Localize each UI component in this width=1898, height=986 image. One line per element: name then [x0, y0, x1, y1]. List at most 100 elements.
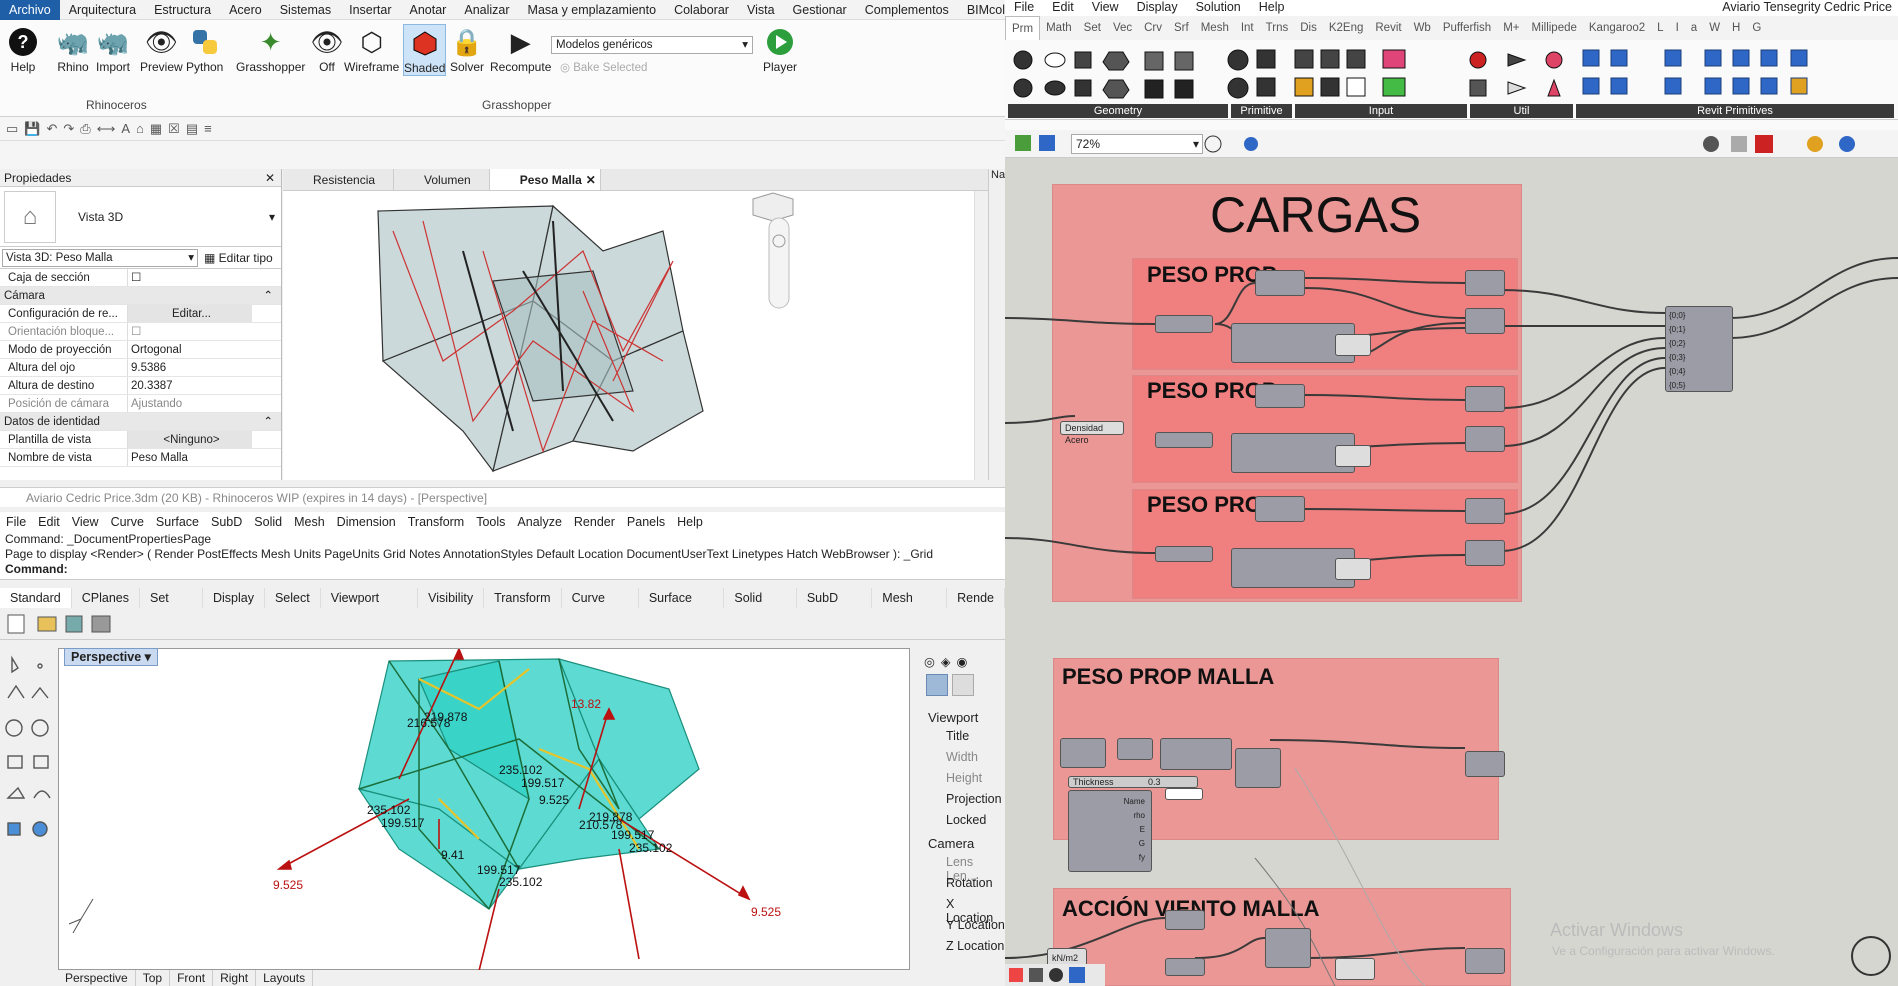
menu-complementos[interactable]: Complementos — [856, 3, 958, 17]
rhino-menu-analyze[interactable]: Analyze — [511, 512, 567, 532]
property-section[interactable]: Cámara ⌃ — [0, 287, 281, 305]
matld-output[interactable]: fy — [1124, 851, 1145, 865]
rhino-menu-dimension[interactable]: Dimension — [331, 512, 402, 532]
component-mesh-load[interactable] — [1465, 751, 1505, 777]
component-point-mesh[interactable] — [1160, 738, 1232, 770]
menu-acero[interactable]: Acero — [220, 3, 271, 17]
component-mesh[interactable] — [1060, 738, 1106, 768]
component-point-load-2b[interactable] — [1465, 426, 1505, 452]
view-cube[interactable] — [752, 192, 794, 222]
matld-output[interactable]: G — [1124, 837, 1145, 851]
zoom-wheel-icon[interactable] — [1851, 936, 1891, 976]
recompute-button[interactable]: ▶ Recompute — [490, 24, 551, 75]
rhino-menu-tools[interactable]: Tools — [470, 512, 511, 532]
property-value[interactable]: <Ninguno> — [127, 431, 252, 448]
viewport-tab-perspective[interactable]: Perspective — [58, 970, 136, 986]
matld-output[interactable]: E — [1124, 823, 1145, 837]
tab-curve-tools[interactable]: Curve Tools — [562, 588, 639, 625]
gh-menu-help[interactable]: Help — [1250, 0, 1294, 16]
collapse-icon[interactable]: ⌃ — [263, 413, 281, 430]
component-wind[interactable] — [1265, 928, 1311, 968]
component-matld[interactable]: Name rho E Gfy — [1068, 790, 1152, 872]
cube-tab-icon[interactable] — [952, 674, 974, 696]
property-value[interactable]: ☐ — [127, 323, 252, 340]
menu-gestionar[interactable]: Gestionar — [784, 3, 856, 17]
property-section[interactable]: Datos de identidad ⌃ — [0, 413, 281, 431]
open-icon[interactable] — [1015, 135, 1031, 151]
merge-input[interactable]: {0;3} — [1669, 351, 1732, 365]
tab-rende[interactable]: Rende — [947, 588, 1005, 608]
print-icon[interactable]: ⎙ — [80, 121, 90, 137]
rhino-menu-surface[interactable]: Surface — [150, 512, 205, 532]
rhino-menu-transform[interactable]: Transform — [402, 512, 471, 532]
zoom-extents-icon[interactable] — [1204, 135, 1222, 153]
gh-tab-g[interactable]: G — [1746, 16, 1767, 40]
component-vector-1[interactable] — [1165, 910, 1205, 930]
gh-tab-math[interactable]: Math — [1040, 16, 1078, 40]
component-point-load-1a[interactable] — [1465, 270, 1505, 296]
open-icon[interactable]: ▭ — [6, 121, 18, 137]
collapse-icon[interactable]: ⌃ — [263, 287, 281, 304]
category-primitive[interactable]: Primitive — [1231, 104, 1292, 118]
close-hidden-icon[interactable]: ☒ — [168, 121, 180, 137]
tab-transform[interactable]: Transform — [484, 588, 562, 608]
gh-menu-file[interactable]: File — [1005, 0, 1043, 16]
component-vector-2[interactable] — [1165, 958, 1205, 976]
tab-volumen[interactable]: Volumen — [394, 169, 490, 190]
gh-tab-a[interactable]: a — [1685, 16, 1703, 40]
revit-3d-view[interactable] — [283, 191, 988, 480]
bake-selected-button[interactable]: ◎ Bake Selected — [560, 60, 647, 74]
gh-tab-set[interactable]: Set — [1078, 16, 1107, 40]
zoom-dropdown[interactable]: 72% ▾ — [1071, 134, 1203, 154]
tab-viewport-layout[interactable]: Viewport Layout — [321, 588, 419, 625]
gh-tab-dis[interactable]: Dis — [1294, 16, 1323, 40]
gh-tab-h[interactable]: H — [1726, 16, 1746, 40]
viewport-tab-right[interactable]: Right — [213, 970, 257, 986]
viewport-title[interactable]: Perspective ▾ — [64, 648, 158, 666]
category-dropdown[interactable]: Modelos genéricos ▾ — [551, 36, 753, 54]
property-value[interactable]: Ajustando — [127, 395, 252, 412]
layer-icon[interactable]: ◈ — [941, 654, 951, 674]
gh-tab-m[interactable]: M+ — [1497, 16, 1525, 40]
rhino-menu-help[interactable]: Help — [671, 512, 709, 532]
edit-type-button[interactable]: ▦ Editar tipo — [204, 251, 273, 265]
component-merge[interactable]: {0;0} {0;1} {0;2} {0;3} {0;4} {0;5} — [1665, 306, 1733, 392]
command-prompt[interactable]: Command: — [5, 562, 1005, 577]
star-icon[interactable] — [1069, 967, 1085, 983]
component-point-load-2a[interactable] — [1465, 386, 1505, 412]
instance-selector[interactable]: Vista 3D: Peso Malla ▾ — [2, 248, 198, 267]
property-value[interactable]: 9.5386 — [127, 359, 252, 376]
category-geometry[interactable]: Geometry — [1008, 104, 1228, 118]
tab-subd-tools[interactable]: SubD Tools — [797, 588, 873, 625]
python-button[interactable]: Python — [186, 24, 223, 74]
gh-tab-trns[interactable]: Trns — [1260, 16, 1295, 40]
menu-vista[interactable]: Vista — [738, 3, 784, 17]
gh-tab-pufferfish[interactable]: Pufferfish — [1437, 16, 1497, 40]
tab-solid-tools[interactable]: Solid Tools — [724, 588, 797, 625]
component-curve-length-1[interactable] — [1255, 270, 1305, 296]
off-button[interactable]: 👁 Off — [310, 24, 344, 75]
component-wind-load[interactable] — [1465, 948, 1505, 974]
merge-input[interactable]: {0;1} — [1669, 323, 1732, 337]
panel-output[interactable] — [1165, 788, 1203, 800]
menu-colaborar[interactable]: Colaborar — [665, 3, 738, 17]
vertical-scrollbar[interactable] — [974, 191, 988, 480]
gh-menu-display[interactable]: Display — [1128, 0, 1187, 16]
section-icon[interactable]: ▦ — [150, 121, 162, 137]
menu-sistemas[interactable]: Sistemas — [271, 3, 340, 17]
sphere-icon[interactable] — [1839, 136, 1855, 152]
gh-tab-revit[interactable]: Revit — [1369, 16, 1407, 40]
menu-masa[interactable]: Masa y emplazamiento — [519, 3, 666, 17]
gh-menu-edit[interactable]: Edit — [1043, 0, 1083, 16]
rhino-menu-render[interactable]: Render — [568, 512, 621, 532]
gh-tab-int[interactable]: Int — [1235, 16, 1260, 40]
color-wheel-icon[interactable]: ◎ — [924, 654, 935, 674]
switch-windows-icon[interactable]: ▤ — [186, 121, 198, 137]
solver-button[interactable]: 🔒 Solver — [450, 24, 484, 75]
save-icon[interactable] — [1039, 135, 1055, 151]
rhino-menu-subd[interactable]: SubD — [205, 512, 248, 532]
settings-icon[interactable]: ≡ — [204, 121, 212, 136]
gh-menu-solution[interactable]: Solution — [1187, 0, 1250, 16]
wire-icon[interactable] — [1049, 968, 1063, 982]
merge-input[interactable]: {0;5} — [1669, 379, 1732, 393]
